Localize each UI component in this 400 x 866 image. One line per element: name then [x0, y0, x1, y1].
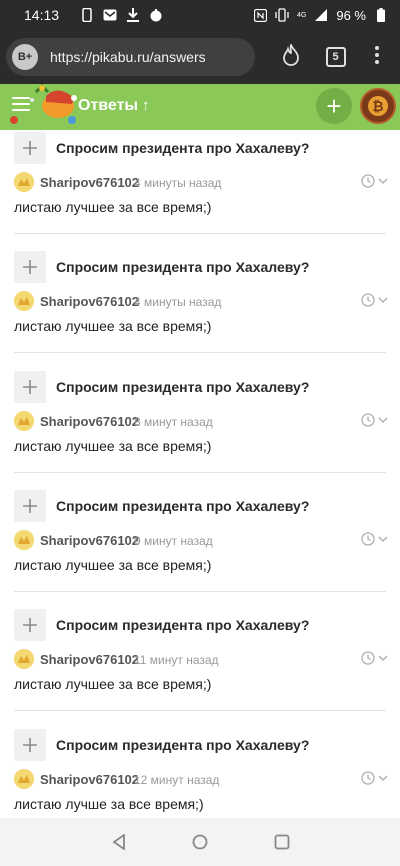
user-name[interactable]: Sharipov676102	[40, 533, 139, 548]
browser-toolbar: B+ https://pikabu.ru/answers 5	[0, 30, 400, 84]
recents-nav-icon[interactable]	[274, 834, 290, 855]
expand-plus-button[interactable]	[14, 132, 46, 164]
comment-time: 8 минут назад	[134, 415, 213, 429]
clock-icon[interactable]	[361, 651, 375, 665]
clock-icon[interactable]	[361, 413, 375, 427]
post-title[interactable]: Спросим президента про Хахалеву?	[56, 259, 309, 275]
mail-icon	[103, 8, 117, 22]
divider	[14, 591, 386, 592]
add-post-button[interactable]: +	[316, 88, 352, 124]
user-avatar[interactable]	[14, 172, 34, 192]
user-name[interactable]: Sharipov676102	[40, 294, 139, 309]
fire-icon	[282, 41, 300, 71]
comment-time: 9 минут назад	[134, 534, 213, 548]
comment-text: листаю лучшее за все время;)	[14, 676, 212, 692]
download-icon	[126, 8, 140, 22]
christmas-decoration-icon	[6, 83, 80, 130]
tabs-button[interactable]: 5	[318, 39, 353, 75]
back-nav-icon[interactable]	[112, 833, 126, 855]
expand-plus-button[interactable]	[14, 729, 46, 761]
fire-app-icon	[149, 8, 163, 22]
post-title[interactable]: Спросим президента про Хахалеву?	[56, 737, 309, 753]
url-text[interactable]: https://pikabu.ru/answers	[50, 49, 206, 65]
user-avatar[interactable]	[14, 291, 34, 311]
more-vert-icon	[374, 45, 379, 69]
browser-menu-button[interactable]	[359, 39, 394, 75]
site-header: Ответы ↑ + ₿	[0, 83, 400, 130]
chevron-down-icon[interactable]	[378, 293, 388, 307]
comment-time: 4 минуты назад	[134, 295, 222, 309]
post-title[interactable]: Спросим президента про Хахалеву?	[56, 617, 309, 633]
comment-text: листаю лучшее за все время;)	[14, 318, 212, 334]
comment-time: 4 минуты назад	[134, 176, 222, 190]
page-title: Ответы	[78, 97, 139, 114]
expand-plus-button[interactable]	[14, 251, 46, 283]
sort-arrow-icon[interactable]: ↑	[142, 97, 150, 114]
comment-time: 11 минут назад	[134, 653, 219, 667]
expand-plus-button[interactable]	[14, 609, 46, 641]
plus-icon	[23, 141, 37, 155]
signal-icon	[314, 8, 328, 22]
plus-icon	[23, 260, 37, 274]
address-bar[interactable]: B+ https://pikabu.ru/answers	[6, 38, 256, 76]
plus-icon	[23, 618, 37, 632]
comment-text: листаю лучшее за все время;)	[14, 199, 212, 215]
clock-icon[interactable]	[361, 174, 375, 188]
user-name[interactable]: Sharipov676102	[40, 175, 139, 190]
expand-plus-button[interactable]	[14, 490, 46, 522]
post-title[interactable]: Спросим президента про Хахалеву?	[56, 498, 309, 514]
network-type-icon: 4G	[297, 11, 307, 19]
chevron-down-icon[interactable]	[378, 651, 388, 665]
status-time: 14:13	[24, 7, 60, 23]
user-name[interactable]: Sharipov676102	[40, 772, 139, 787]
user-avatar[interactable]	[14, 769, 34, 789]
user-name[interactable]: Sharipov676102	[40, 414, 139, 429]
comment-text: листаю лучше за все время;)	[14, 796, 204, 812]
chevron-down-icon[interactable]	[378, 413, 388, 427]
clock-icon[interactable]	[361, 293, 375, 307]
plus-icon	[23, 499, 37, 513]
post-title[interactable]: Спросим президента про Хахалеву?	[56, 140, 309, 156]
divider	[14, 352, 386, 353]
post-title[interactable]: Спросим президента про Хахалеву?	[56, 379, 309, 395]
divider	[14, 472, 386, 473]
chevron-down-icon[interactable]	[378, 532, 388, 546]
battery-icon	[374, 8, 388, 22]
clock-icon[interactable]	[361, 771, 375, 785]
divider	[14, 710, 386, 711]
nfc-icon	[253, 8, 267, 22]
status-bar: 14:13 4G 96 %	[0, 0, 400, 30]
user-avatar[interactable]	[14, 411, 34, 431]
svg-text:₿: ₿	[372, 99, 383, 115]
clock-icon[interactable]	[361, 532, 375, 546]
battery-percent: 96 %	[336, 7, 366, 23]
phone-icon	[80, 8, 94, 22]
chevron-down-icon[interactable]	[378, 174, 388, 188]
user-name[interactable]: Sharipov676102	[40, 652, 139, 667]
comment-text: листаю лучшее за все время;)	[14, 438, 212, 454]
user-avatar-button[interactable]: ₿	[360, 88, 396, 124]
system-nav-bar	[0, 818, 400, 866]
tab-count: 5	[325, 47, 346, 67]
home-nav-icon[interactable]	[192, 834, 208, 855]
comment-text: листаю лучшее за все время;)	[14, 557, 212, 573]
plus-icon	[23, 380, 37, 394]
vibrate-icon	[275, 8, 289, 22]
user-avatar[interactable]	[14, 649, 34, 669]
expand-plus-button[interactable]	[14, 371, 46, 403]
plus-icon	[23, 738, 37, 752]
fire-button[interactable]	[273, 39, 308, 75]
user-avatar[interactable]	[14, 530, 34, 550]
chevron-down-icon[interactable]	[378, 771, 388, 785]
site-badge[interactable]: B+	[12, 44, 38, 70]
comment-time: 12 минут назад	[134, 773, 220, 787]
divider	[14, 233, 386, 234]
